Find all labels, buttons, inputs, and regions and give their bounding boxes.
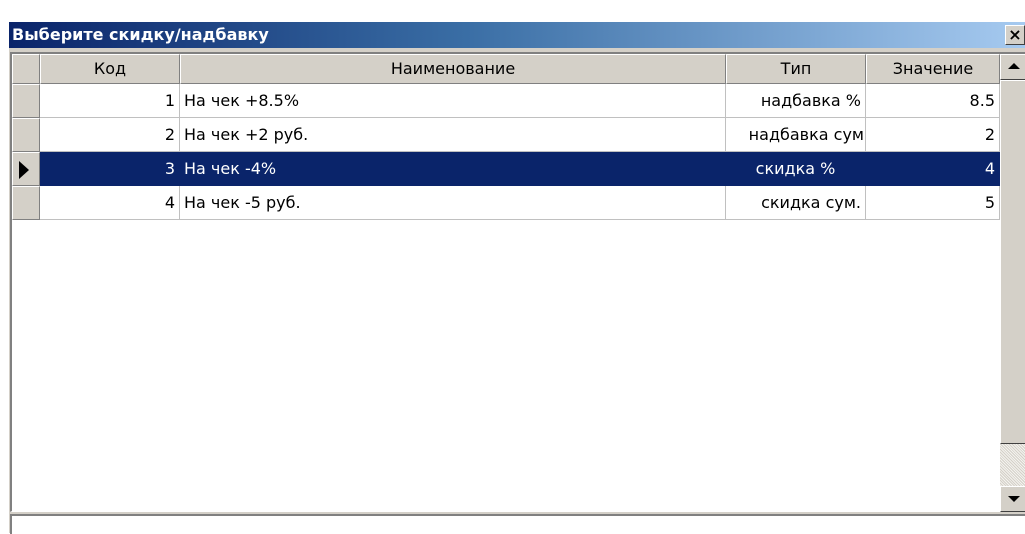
discount-dialog: Выберите скидку/надбавку × Код Наименова… [8,21,1025,534]
close-icon: × [1008,25,1022,44]
table-cell-value[interactable]: 2 [866,118,1000,152]
table-cell-type[interactable]: надбавка % [726,84,866,118]
bottom-input-field[interactable] [10,514,1025,534]
table-cell-code[interactable]: 4 [40,186,180,220]
table-cell-type[interactable]: скидка сум. [726,186,866,220]
row-indicator[interactable] [12,186,40,220]
table-cell-name[interactable]: На чек -5 руб. [180,186,726,220]
scroll-up-arrow-icon [1008,63,1020,69]
header-indicator-cell [12,54,40,84]
row-indicator-selected[interactable] [12,152,40,186]
close-button[interactable]: × [1005,25,1025,45]
row-indicator[interactable] [12,118,40,152]
table-cell-name[interactable]: На чек +8.5% [180,84,726,118]
title-bar[interactable]: Выберите скидку/надбавку × [9,22,1025,48]
column-header-code[interactable]: Код [40,54,180,84]
scroll-down-button[interactable] [1000,486,1025,512]
scroll-up-button[interactable] [1000,54,1025,80]
table-cell-value[interactable]: 5 [866,186,1000,220]
scroll-thumb[interactable] [1000,80,1025,444]
table-cell-value[interactable]: 8.5 [866,84,1000,118]
row-indicator[interactable] [12,84,40,118]
scroll-down-arrow-icon [1008,496,1020,502]
window-title: Выберите скидку/надбавку [12,25,269,44]
table-cell-code[interactable]: 3 [40,152,180,186]
vertical-scrollbar[interactable] [1000,54,1025,512]
table-cell-code[interactable]: 2 [40,118,180,152]
table-cell-name[interactable]: На чек +2 руб. [180,118,726,152]
column-header-type[interactable]: Тип [726,54,866,84]
discount-grid[interactable]: Код Наименование Тип Значение 1 На чек +… [10,52,1025,512]
table-cell-name[interactable]: На чек -4% [180,152,726,186]
column-header-name[interactable]: Наименование [180,54,726,84]
column-header-value[interactable]: Значение [866,54,1000,84]
table-cell-type[interactable]: скидка % [726,152,866,186]
table-cell-code[interactable]: 1 [40,84,180,118]
table-cell-value[interactable]: 4 [866,152,1000,186]
row-pointer-icon [19,161,29,179]
table-cell-type[interactable]: надбавка сум [726,118,866,152]
